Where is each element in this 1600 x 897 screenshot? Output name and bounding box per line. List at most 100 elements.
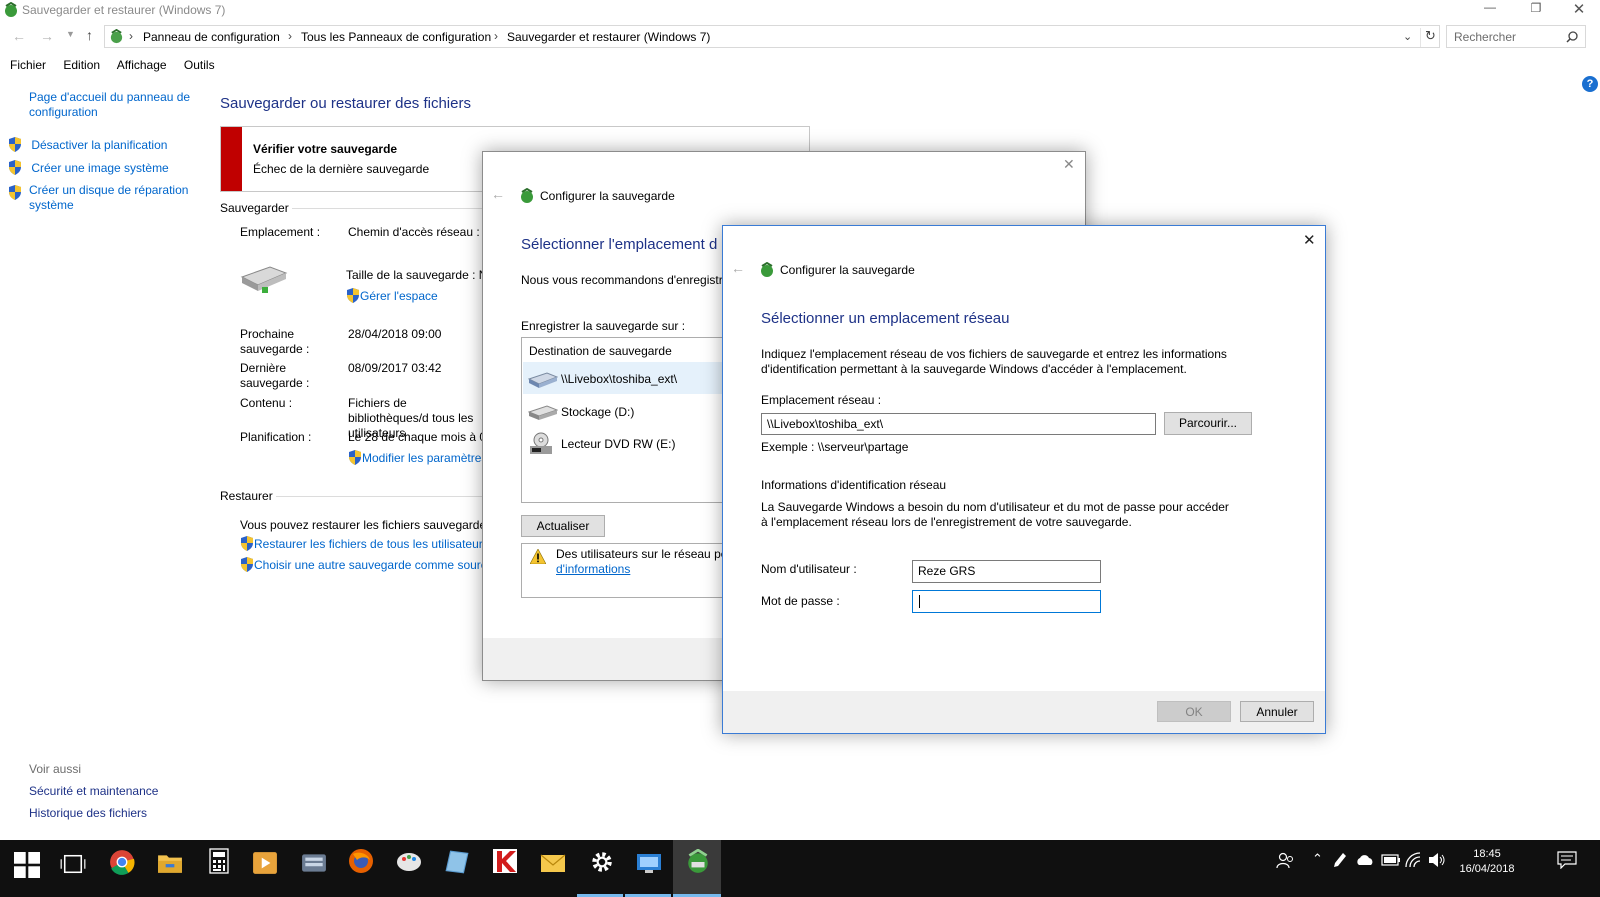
restore-all-label[interactable]: Restaurer les fichiers de tous les utili…	[254, 537, 489, 551]
section-divider	[276, 496, 482, 497]
menu-edition[interactable]: Edition	[63, 58, 100, 72]
notes-app-icon[interactable]	[444, 849, 470, 875]
back-arrow-icon[interactable]: ←	[731, 260, 745, 276]
see-also-file-history[interactable]: Historique des fichiers	[29, 806, 147, 820]
chrome-icon[interactable]	[109, 849, 135, 875]
refresh-button[interactable]: Actualiser	[521, 515, 605, 537]
sidebar-item-label[interactable]: Créer une image système	[31, 161, 168, 175]
manage-space-label[interactable]: Gérer l'espace	[360, 289, 438, 303]
cancel-button[interactable]: Annuler	[1240, 701, 1314, 722]
see-also-title: Voir aussi	[29, 762, 82, 776]
tray-chevron-icon[interactable]: ⌃	[1312, 851, 1323, 867]
username-input[interactable]: Reze GRS	[912, 560, 1101, 583]
taskbar	[0, 840, 1600, 897]
battery-icon[interactable]	[1381, 853, 1401, 867]
close-icon[interactable]: ✕	[1063, 156, 1075, 173]
manage-space-link[interactable]: Gérer l'espace	[346, 288, 438, 303]
sidebar-home-link[interactable]: Page d'accueil du panneau de configurati…	[29, 90, 199, 120]
volume-icon[interactable]	[1428, 852, 1446, 868]
sidebar-item-label[interactable]: Désactiver la planification	[31, 138, 167, 152]
warning-link[interactable]: d'informations	[556, 562, 630, 576]
wifi-icon[interactable]	[1405, 852, 1423, 868]
restore-all-link[interactable]: Restaurer les fichiers de tous les utili…	[240, 536, 489, 551]
windows-start-icon[interactable]	[14, 852, 40, 878]
backup-size-label: Taille de la sauvegarde : No	[346, 268, 495, 282]
search-box[interactable]: Rechercher	[1446, 25, 1586, 48]
list-header[interactable]: Destination de sauvegarde	[529, 344, 672, 358]
settings-gear-icon[interactable]	[589, 849, 615, 875]
network-drive-icon	[240, 266, 288, 293]
sidebar-item-disable-schedule[interactable]: Désactiver la planification	[8, 137, 167, 152]
calculator-icon[interactable]	[206, 848, 232, 874]
mail-app-icon[interactable]	[540, 850, 566, 876]
help-icon[interactable]: ?	[1582, 76, 1598, 92]
sidebar-item-system-image[interactable]: Créer une image système	[8, 160, 169, 175]
search-icon[interactable]	[1566, 31, 1578, 43]
warning-icon	[530, 549, 546, 564]
back-arrow-icon[interactable]: ←	[491, 186, 505, 202]
choose-other-backup-link[interactable]: Choisir une autre sauvegarde comme sourc…	[240, 557, 493, 572]
pen-icon[interactable]	[1333, 852, 1347, 868]
minimize-icon[interactable]: —	[1478, 0, 1502, 14]
alert-stripe	[221, 127, 242, 191]
kaspersky-icon[interactable]	[492, 848, 518, 874]
see-also-security[interactable]: Sécurité et maintenance	[29, 784, 158, 798]
location-label: Emplacement :	[240, 225, 321, 239]
schedule-value: Le 28 de chaque mois à 09	[348, 430, 493, 444]
restore-icon[interactable]: ❐	[1524, 1, 1548, 15]
close-window-icon[interactable]: ✕	[1566, 0, 1592, 18]
menu-fichier[interactable]: Fichier	[10, 58, 46, 72]
intro-text: Indiquez l'emplacement réseau de vos fic…	[761, 347, 1227, 376]
refresh-icon[interactable]: ↻	[1420, 28, 1440, 47]
browse-button[interactable]: Parcourir...	[1164, 412, 1252, 435]
breadcrumb-control-panel[interactable]: Panneau de configuration	[143, 30, 280, 44]
password-input[interactable]	[912, 590, 1101, 613]
menu-affichage[interactable]: Affichage	[117, 58, 167, 72]
ok-button[interactable]: OK	[1157, 701, 1231, 722]
paint-app-icon[interactable]	[396, 849, 422, 875]
nav-bar: ← → ▼ ↑ › Panneau de configuration › Tou…	[0, 24, 1600, 50]
schedule-label: Planification :	[240, 430, 312, 444]
clock-date: 16/04/2018	[1459, 863, 1515, 875]
save-on-label: Enregistrer la sauvegarde sur :	[521, 319, 686, 333]
menu-outils[interactable]: Outils	[184, 58, 215, 72]
backup-section-title: Sauvegarder	[220, 201, 289, 215]
modify-settings-link[interactable]: Modifier les paramètres	[348, 450, 487, 465]
shield-icon	[241, 536, 253, 551]
example-text: Exemple : \\serveur\partage	[761, 440, 909, 454]
file-explorer-icon[interactable]	[157, 850, 183, 876]
backup-app-icon	[5, 2, 17, 17]
close-icon[interactable]: ✕	[1303, 231, 1316, 249]
forward-arrow-icon[interactable]: →	[40, 28, 54, 44]
backup-app-icon[interactable]	[685, 849, 711, 875]
breadcrumb-backup-restore[interactable]: Sauvegarder et restaurer (Windows 7)	[507, 30, 710, 44]
drive-app-icon[interactable]	[301, 850, 327, 876]
title-bar: Sauvegarder et restaurer (Windows 7) — ❐…	[0, 0, 1600, 22]
warning-text: Des utilisateurs sur le réseau peu	[556, 547, 735, 561]
network-location-input[interactable]: \\Livebox\toshiba_ext\	[761, 413, 1156, 435]
breadcrumb-all-panels[interactable]: Tous les Panneaux de configuration	[301, 30, 491, 44]
sidebar-item-repair-disc[interactable]: Créer un disque de réparation système	[8, 183, 198, 213]
people-icon[interactable]	[1276, 851, 1294, 869]
breadcrumb-sep: ›	[288, 29, 292, 43]
action-center-icon[interactable]	[1557, 851, 1577, 869]
up-arrow-icon[interactable]: ↑	[86, 27, 93, 43]
firefox-icon[interactable]	[348, 848, 374, 874]
backup-app-icon	[521, 188, 533, 203]
clock[interactable]: 18:45 16/04/2018	[1450, 847, 1524, 877]
search-input[interactable]: Rechercher	[1454, 30, 1516, 44]
modify-settings-label[interactable]: Modifier les paramètres	[362, 451, 487, 465]
history-chevron-icon[interactable]: ▼	[66, 29, 75, 39]
remote-desktop-icon[interactable]	[636, 850, 662, 876]
window-title: Sauvegarder et restaurer (Windows 7)	[22, 3, 226, 17]
sidebar-item-label[interactable]: Créer un disque de réparation système	[29, 183, 194, 213]
back-arrow-icon[interactable]: ←	[12, 28, 26, 44]
shield-icon	[9, 137, 21, 152]
media-player-icon[interactable]	[252, 850, 278, 876]
address-dropdown-icon[interactable]: ⌄	[1403, 30, 1412, 43]
onedrive-icon[interactable]	[1355, 854, 1375, 866]
address-box[interactable]: › Panneau de configuration › Tous les Pa…	[104, 25, 1440, 48]
credentials-text: La Sauvegarde Windows a besoin du nom d'…	[761, 500, 1229, 529]
choose-other-label[interactable]: Choisir une autre sauvegarde comme sourc…	[254, 558, 493, 572]
task-view-icon[interactable]	[60, 851, 86, 877]
